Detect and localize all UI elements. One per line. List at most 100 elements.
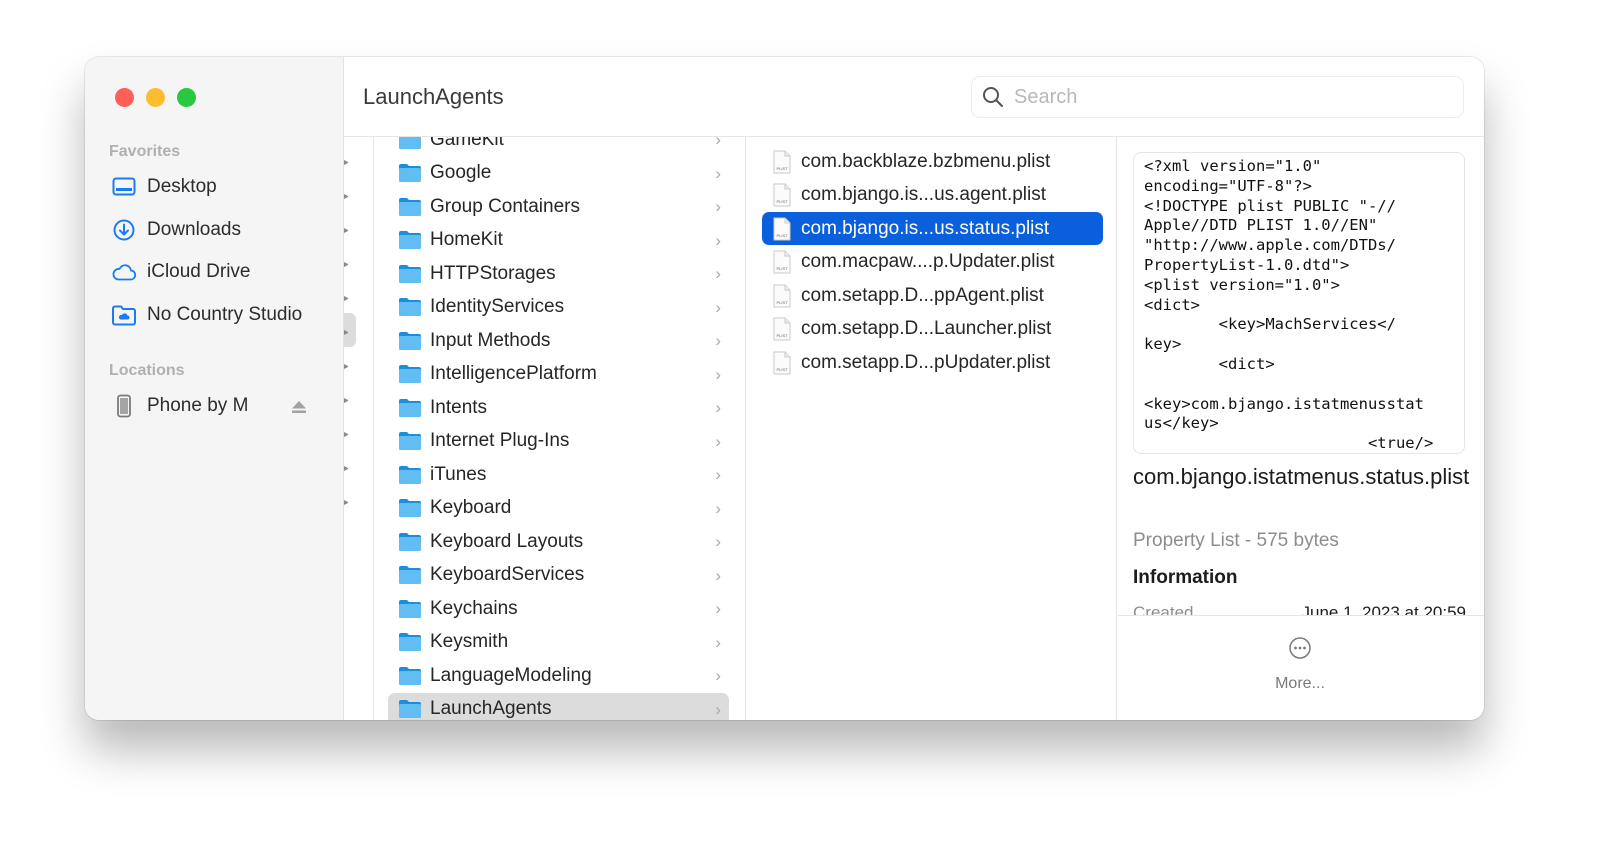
- file-name: com.macpaw....p.Updater.plist: [801, 251, 1055, 272]
- eject-icon[interactable]: [291, 398, 307, 420]
- chevron-right-icon: ›: [715, 599, 721, 618]
- cloud-icon: [111, 259, 137, 285]
- sidebar-item-label: Phone by M: [147, 395, 249, 416]
- preview-actions: More...: [1118, 615, 1484, 720]
- sidebar-section-locations: Locations: [109, 362, 185, 379]
- folder-row[interactable]: Group Containers ›: [388, 190, 729, 223]
- folder-name: IdentityServices: [430, 296, 565, 317]
- sidebar: Favorites Desktop Downloads iCloud Drive…: [85, 57, 344, 720]
- file-column: PLIST com.backblaze.bzbmenu.plist PLIST com…: [747, 137, 1117, 720]
- folder-row[interactable]: LaunchAgents ›: [388, 692, 729, 720]
- sidebar-item-no-country-studio[interactable]: No Country Studio: [111, 297, 331, 333]
- chevron-right-icon: [344, 160, 348, 165]
- window-controls: [115, 88, 196, 107]
- file-content-preview: <?xml version="1.0" encoding="UTF-8"?> <…: [1133, 152, 1465, 454]
- folder-name: Intents: [430, 396, 488, 418]
- file-row[interactable]: PLIST com.setapp.D...Launcher.plist: [762, 313, 1103, 346]
- folder-name: iTunes: [430, 463, 487, 485]
- sidebar-item-label: iCloud Drive: [147, 261, 251, 282]
- chevron-right-icon: [344, 330, 348, 335]
- folder-icon: [398, 699, 422, 719]
- ellipsis-circle-icon: [1288, 636, 1312, 665]
- svg-text:PLIST: PLIST: [776, 199, 788, 204]
- preview-filename: com.bjango.istatmenus.status.plist: [1133, 464, 1470, 489]
- folder-row[interactable]: Internet Plug-Ins ›: [388, 425, 729, 458]
- minimize-button[interactable]: [146, 88, 165, 107]
- chevron-right-icon: [344, 500, 348, 505]
- chevron-right-icon: ›: [715, 197, 721, 216]
- folder-name: Internet Plug-Ins: [430, 430, 570, 451]
- folder-row[interactable]: IntelligencePlatform ›: [388, 358, 729, 391]
- folder-name: Keychains: [430, 597, 518, 619]
- folder-row[interactable]: Keyboard Layouts ›: [388, 525, 729, 558]
- chevron-right-icon: ›: [715, 632, 721, 652]
- close-button[interactable]: [115, 88, 134, 107]
- folder-row[interactable]: GameKit ›: [388, 137, 729, 156]
- svg-text:PLIST: PLIST: [776, 333, 788, 338]
- folder-icon: [398, 431, 422, 451]
- sidebar-item-downloads[interactable]: Downloads: [111, 212, 331, 248]
- folder-name: LaunchAgents: [430, 698, 552, 719]
- file-row[interactable]: PLIST com.setapp.D...pUpdater.plist: [762, 346, 1103, 379]
- preview-kind-size: Property List - 575 bytes: [1133, 530, 1339, 551]
- chevron-right-icon: ›: [715, 465, 721, 484]
- folder-row[interactable]: Keyboard ›: [388, 492, 729, 525]
- file-row[interactable]: PLIST com.bjango.is...us.status.plist: [762, 212, 1103, 245]
- folder-icon: [398, 297, 422, 317]
- more-label: More...: [1275, 675, 1325, 692]
- folder-row[interactable]: HomeKit ›: [388, 224, 729, 257]
- folder-icon: [398, 565, 422, 585]
- sidebar-item-icloud-drive[interactable]: iCloud Drive: [111, 254, 331, 290]
- chevron-right-icon: ›: [715, 699, 721, 719]
- more-button[interactable]: More...: [1268, 636, 1332, 693]
- download-icon: [111, 217, 137, 243]
- sidebar-item-label: Downloads: [147, 219, 241, 240]
- chevron-right-icon: ›: [715, 565, 721, 585]
- folder-name: HTTPStorages: [430, 262, 556, 284]
- file-row[interactable]: PLIST com.macpaw....p.Updater.plist: [762, 246, 1103, 279]
- file-row[interactable]: PLIST com.backblaze.bzbmenu.plist: [762, 145, 1103, 178]
- folder-name: Group Containers: [430, 195, 580, 217]
- folder-row[interactable]: iTunes ›: [388, 458, 729, 491]
- chevron-right-icon: ›: [715, 532, 721, 551]
- folder-row[interactable]: HTTPStorages ›: [388, 257, 729, 290]
- chevron-right-icon: ›: [715, 364, 721, 384]
- sidebar-item-phone-by-m[interactable]: Phone by M: [111, 388, 331, 424]
- folder-icon: [398, 197, 422, 217]
- search-field[interactable]: [971, 76, 1464, 118]
- folder-icon: [398, 230, 422, 250]
- file-row[interactable]: PLIST com.setapp.D...ppAgent.plist: [762, 279, 1103, 312]
- file-name: com.setapp.D...pUpdater.plist: [801, 351, 1051, 373]
- folder-row[interactable]: IdentityServices ›: [388, 291, 729, 324]
- folder-name: Google: [430, 162, 492, 183]
- chevron-right-icon: [344, 296, 348, 301]
- folder-name: Input Methods: [430, 329, 551, 351]
- chevron-right-icon: ›: [715, 230, 721, 250]
- file-row[interactable]: PLIST com.bjango.is...us.agent.plist: [762, 179, 1103, 212]
- sidebar-item-label: Desktop: [147, 176, 217, 197]
- folder-row[interactable]: Google ›: [388, 157, 729, 190]
- folder-icon: [398, 163, 422, 183]
- folder-name: Keyboard Layouts: [430, 530, 584, 552]
- folder-row[interactable]: Keychains ›: [388, 592, 729, 625]
- folder-row[interactable]: Keysmith ›: [388, 626, 729, 659]
- chevron-right-icon: [344, 364, 348, 369]
- folder-name: HomeKit: [430, 229, 503, 250]
- plist-file-icon: PLIST: [772, 284, 792, 308]
- folder-row[interactable]: LanguageModeling ›: [388, 659, 729, 692]
- folder-name: Keysmith: [430, 631, 509, 652]
- info-row-created: Created June 1, 2023 at 20:59: [1133, 603, 1466, 615]
- folder-row[interactable]: Input Methods ›: [388, 324, 729, 357]
- search-input[interactable]: [1014, 85, 1279, 109]
- folder-icon: [398, 137, 422, 150]
- svg-text:PLIST: PLIST: [776, 300, 788, 305]
- zoom-button[interactable]: [177, 88, 196, 107]
- chevron-right-icon: ›: [715, 498, 721, 518]
- folder-row[interactable]: Intents ›: [388, 391, 729, 424]
- chevron-right-icon: [344, 398, 348, 403]
- desktop-icon: [111, 174, 137, 200]
- folder-row[interactable]: KeyboardServices ›: [388, 559, 729, 592]
- chevron-right-icon: [344, 194, 348, 199]
- information-heading: Information: [1133, 567, 1238, 588]
- sidebar-item-desktop[interactable]: Desktop: [111, 169, 331, 205]
